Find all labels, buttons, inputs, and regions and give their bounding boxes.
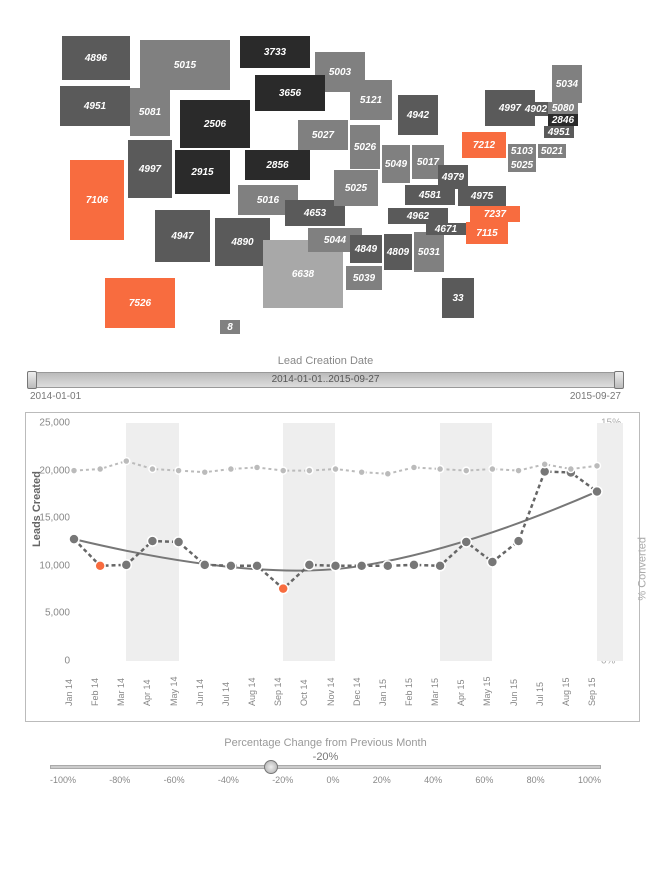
pct-tick: 20% [373,775,391,785]
x-tick: Aug 15 [561,677,571,706]
pct-tick: -100% [50,775,76,785]
date-slider[interactable]: Lead Creation Date 2014-01-01..2015-09-2… [30,355,621,402]
date-slider-value: 2014-01-01..2015-09-27 [31,374,620,385]
date-slider-min: 2014-01-01 [30,391,81,402]
state-PA[interactable]: 7212 [462,132,506,158]
chart-band [597,423,623,661]
state-AL[interactable]: 5031 [414,232,444,272]
pct-tick: -60% [164,775,185,785]
x-tick: Nov 14 [326,677,336,706]
state-CA[interactable]: 7106 [70,160,124,240]
pct-tick: 80% [527,775,545,785]
x-tick: Oct 14 [299,679,309,706]
x-tick: Feb 14 [90,678,100,706]
state-VT[interactable]: 4902 [522,102,550,116]
state-VA[interactable]: 4975 [458,186,506,206]
state-ND[interactable]: 3733 [240,36,310,68]
state-TN[interactable]: 4962 [388,208,448,224]
x-tick: Apr 14 [142,679,152,706]
state-NJ[interactable]: 5103 [508,144,536,158]
pct-tick: -40% [218,775,239,785]
state-ID[interactable]: 5081 [130,88,170,136]
pct-slider-title: Percentage Change from Previous Month [50,737,601,749]
x-tick: Apr 15 [456,679,466,706]
state-MD[interactable]: 5025 [508,158,536,172]
state-AR[interactable]: 4849 [350,235,382,263]
pct-tick: 40% [424,775,442,785]
pct-tick: -80% [109,775,130,785]
state-IL[interactable]: 5026 [350,125,380,169]
y-left-tick: 20,000 [39,465,70,476]
x-tick: Jul 15 [535,682,545,706]
x-tick: Jan 14 [64,679,74,706]
state-IA[interactable]: 5027 [298,120,348,150]
state-GA[interactable]: 4671 [426,223,466,235]
x-tick: Jan 15 [378,679,388,706]
state-NE[interactable]: 2856 [245,150,310,180]
x-tick: Jun 15 [509,679,519,706]
date-slider-handle-right[interactable] [614,371,624,389]
state-MT[interactable]: 5015 [140,40,230,90]
pct-tick: 100% [578,775,601,785]
state-NM[interactable]: 4890 [215,218,270,266]
state-MO[interactable]: 5025 [334,170,378,206]
x-tick: Jul 14 [221,682,231,706]
x-tick: Mar 15 [430,678,440,706]
us-map: 4896501537335003495150812506365651214942… [10,10,640,340]
y-left-tick: 15,000 [39,513,70,524]
line-chart: Leads Created % Converted 05,00010,00015… [25,412,640,722]
y-left-tick: 10,000 [39,560,70,571]
x-tick: Dec 14 [352,677,362,706]
x-tick: Sep 14 [273,677,283,706]
state-WA[interactable]: 4896 [62,36,130,80]
y-left-tick: 25,000 [39,418,70,429]
date-slider-max: 2015-09-27 [570,391,621,402]
state-SC[interactable]: 7115 [466,222,508,244]
state-CT[interactable]: 5080 [548,102,578,114]
state-OR[interactable]: 4951 [60,86,130,126]
y-axis-left-label: Leads Created [31,471,43,547]
date-slider-handle-left[interactable] [27,371,37,389]
state-ME[interactable]: 5034 [552,65,582,103]
x-tick: Jun 14 [195,679,205,706]
state-WI[interactable]: 5121 [350,80,392,120]
pct-slider-track[interactable] [50,765,601,769]
state-MI[interactable]: 4942 [398,95,438,135]
pct-slider-value: -20% [50,751,601,763]
state-DE[interactable]: 5021 [538,144,566,158]
date-slider-track[interactable]: 2014-01-01..2015-09-27 [30,372,621,388]
x-tick: Aug 14 [247,677,257,706]
state-FL[interactable]: 33 [442,278,474,318]
state-WY[interactable]: 2506 [180,100,250,148]
x-tick: Feb 15 [404,678,414,706]
state-SD[interactable]: 3656 [255,75,325,111]
y-axis-right-label: % Converted [637,537,649,601]
date-slider-title: Lead Creation Date [30,355,621,367]
pct-slider-handle[interactable] [264,760,278,774]
pct-tick: -20% [272,775,293,785]
y-left-tick: 5,000 [45,608,70,619]
pct-tick: 60% [475,775,493,785]
state-UT[interactable]: 2915 [175,150,230,194]
state-AZ[interactable]: 4947 [155,210,210,262]
state-MA[interactable]: 2846 [548,114,578,126]
x-tick: May 15 [482,676,492,706]
state-NV[interactable]: 4997 [128,140,172,198]
x-tick: Sep 15 [587,677,597,706]
pct-tick: 0% [326,775,339,785]
pct-change-slider[interactable]: Percentage Change from Previous Month -2… [50,737,601,785]
y-left-tick: 0 [64,656,70,667]
x-tick: Mar 14 [116,678,126,706]
state-IN[interactable]: 5049 [382,145,410,183]
x-tick: May 14 [169,676,179,706]
state-LA[interactable]: 5039 [346,266,382,290]
state-HI[interactable]: 8 [220,320,240,334]
state-RI[interactable]: 4951 [544,126,574,138]
state-NC[interactable]: 7237 [470,206,520,222]
state-MS[interactable]: 4809 [384,234,412,270]
state-AK[interactable]: 7526 [105,278,175,328]
